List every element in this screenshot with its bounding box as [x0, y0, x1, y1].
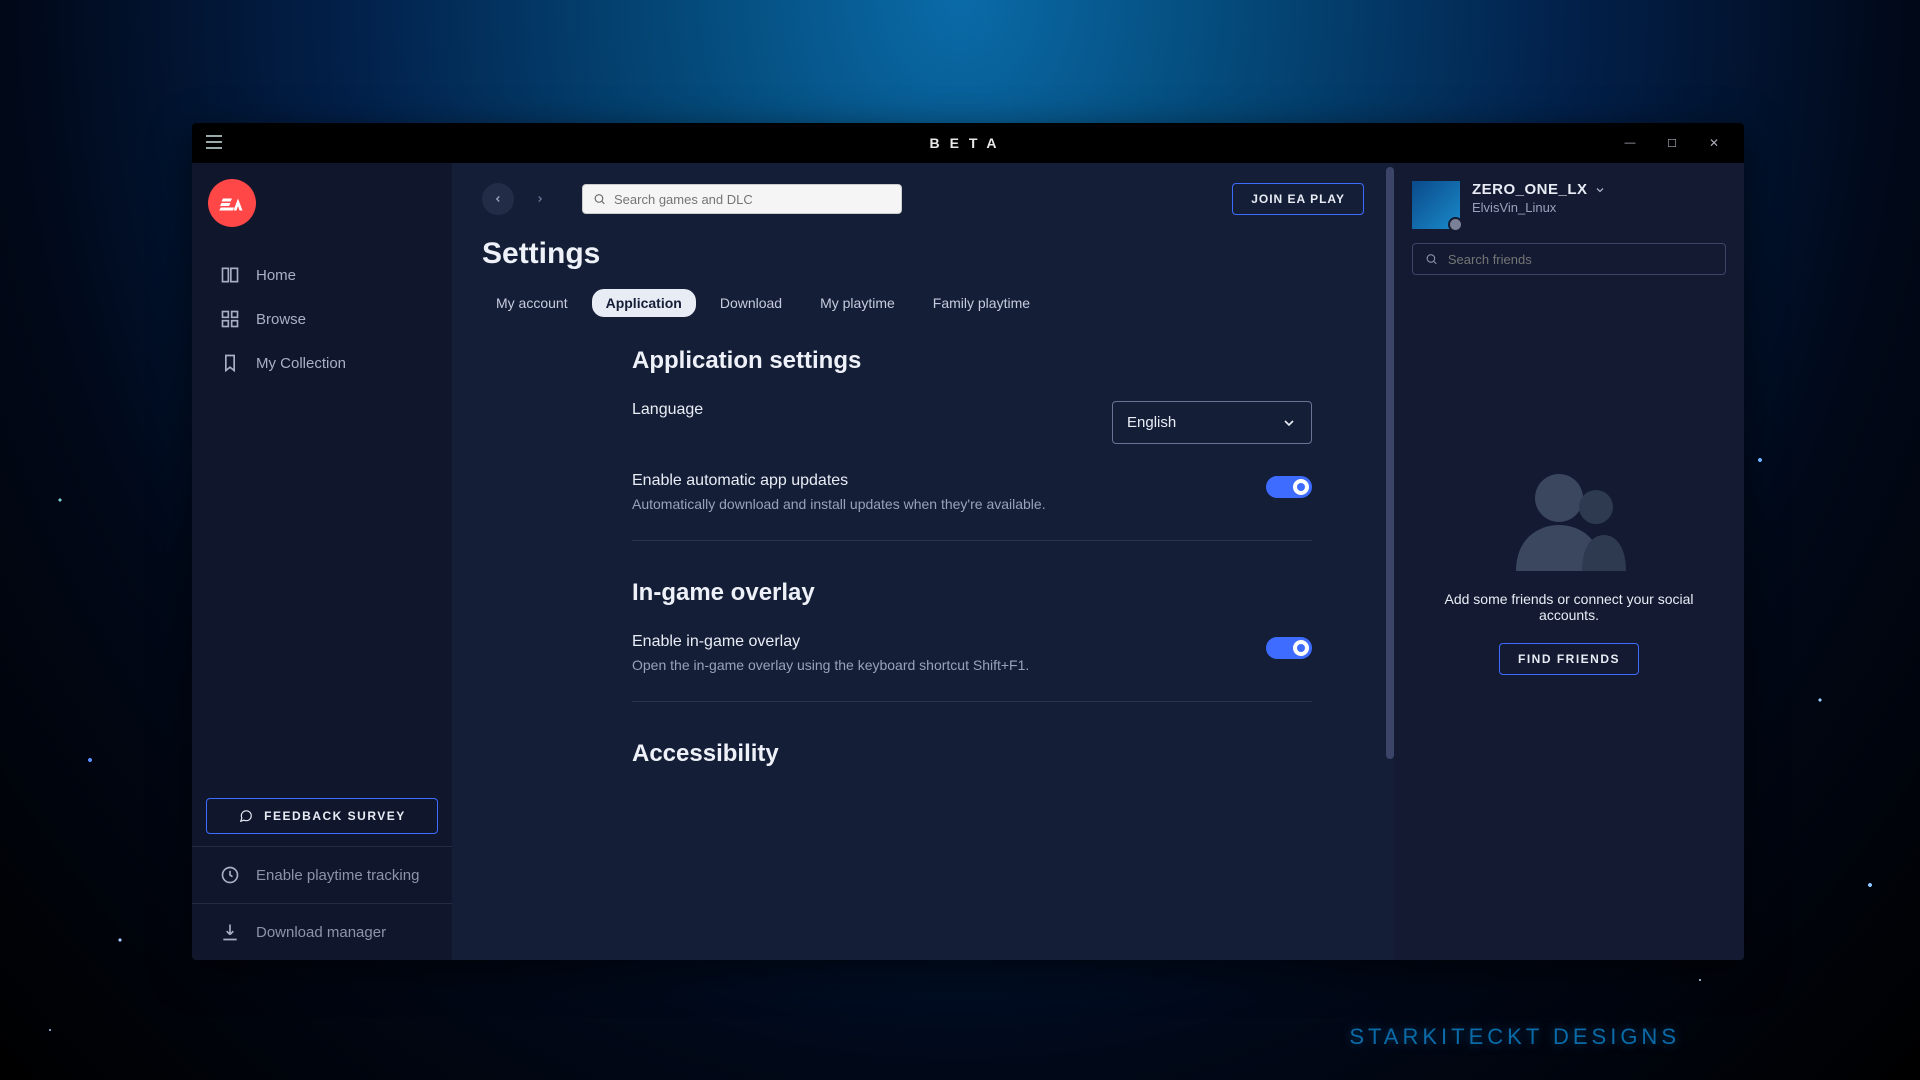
page-title: Settings	[482, 237, 1364, 271]
sidebar-item-label: Download manager	[256, 924, 386, 941]
search-input-container[interactable]	[582, 184, 902, 214]
desktop-watermark: STARKITECKT DESIGNS	[1349, 1024, 1680, 1050]
tab-my-playtime[interactable]: My playtime	[806, 289, 909, 317]
username-row: ZERO_ONE_LX	[1472, 181, 1606, 198]
main: JOIN EA PLAY Settings My account Applica…	[452, 163, 1744, 960]
search-icon	[593, 192, 606, 206]
content-scrollbar[interactable]	[1386, 167, 1394, 956]
overlay-label: Enable in-game overlay	[632, 633, 1029, 651]
ea-logo-icon	[217, 188, 247, 218]
auto-updates-toggle[interactable]	[1266, 476, 1312, 498]
chevron-down-icon	[1281, 415, 1297, 431]
settings-panel: Application settings Language English En…	[632, 347, 1312, 768]
home-icon	[220, 265, 240, 285]
overlay-toggle[interactable]	[1266, 637, 1312, 659]
scrollbar-thumb[interactable]	[1386, 167, 1394, 759]
overlay-desc: Open the in-game overlay using the keybo…	[632, 657, 1029, 673]
language-label: Language	[632, 401, 703, 419]
download-icon	[220, 922, 240, 942]
find-friends-button[interactable]: FIND FRIENDS	[1499, 643, 1639, 675]
tab-family-playtime[interactable]: Family playtime	[919, 289, 1044, 317]
topbar: JOIN EA PLAY	[482, 183, 1364, 215]
sidebar-item-browse[interactable]: Browse	[192, 297, 452, 341]
chevron-left-icon	[493, 193, 503, 205]
chevron-down-icon[interactable]	[1594, 184, 1606, 196]
clock-icon	[220, 865, 240, 885]
sidebar-item-collection[interactable]: My Collection	[192, 341, 452, 385]
username: ZERO_ONE_LX	[1472, 181, 1588, 198]
tab-application[interactable]: Application	[592, 289, 696, 317]
divider	[632, 540, 1312, 541]
grid-icon	[220, 309, 240, 329]
minimize-icon[interactable]	[1618, 131, 1642, 155]
sidebar-item-playtime-tracking[interactable]: Enable playtime tracking	[192, 847, 452, 903]
sidebar-bottom: Enable playtime tracking Download manage…	[192, 846, 452, 960]
friends-empty-state: Add some friends or connect your social …	[1412, 235, 1726, 902]
chevron-right-icon	[535, 193, 545, 205]
app-window: BETA	[192, 123, 1744, 960]
avatar	[1412, 181, 1460, 229]
nav-forward-button[interactable]	[524, 183, 556, 215]
people-icon	[1504, 463, 1634, 573]
tab-download[interactable]: Download	[706, 289, 796, 317]
row-overlay: Enable in-game overlay Open the in-game …	[632, 633, 1312, 673]
chat-icon	[238, 809, 254, 823]
titlebar: BETA	[192, 123, 1744, 163]
auto-updates-desc: Automatically download and install updat…	[632, 496, 1046, 512]
app-title: BETA	[929, 135, 1006, 151]
bookmark-icon	[220, 353, 240, 373]
friends-panel: ZERO_ONE_LX ElvisVin_Linux	[1394, 163, 1744, 960]
divider	[632, 701, 1312, 702]
sidebar-item-label: Enable playtime tracking	[256, 867, 419, 884]
nav-back-button[interactable]	[482, 183, 514, 215]
friends-empty-text: Add some friends or connect your social …	[1439, 591, 1699, 623]
feedback-label: FEEDBACK SURVEY	[264, 809, 406, 823]
tab-my-account[interactable]: My account	[482, 289, 582, 317]
user-handle: ElvisVin_Linux	[1472, 200, 1606, 215]
sidebar-item-label: Browse	[256, 311, 306, 328]
close-icon[interactable]	[1702, 131, 1726, 155]
search-input[interactable]	[614, 192, 891, 207]
sidebar-item-home[interactable]: Home	[192, 253, 452, 297]
profile-header[interactable]: ZERO_ONE_LX ElvisVin_Linux	[1412, 181, 1726, 229]
join-ea-play-button[interactable]: JOIN EA PLAY	[1232, 183, 1364, 215]
sidebar-nav: Home Browse My Collection	[192, 253, 452, 385]
section-title-overlay: In-game overlay	[632, 579, 1312, 607]
content: JOIN EA PLAY Settings My account Applica…	[452, 163, 1394, 960]
section-title-accessibility: Accessibility	[632, 740, 1312, 768]
feedback-survey-button[interactable]: FEEDBACK SURVEY	[206, 798, 438, 834]
auto-updates-label: Enable automatic app updates	[632, 472, 1046, 490]
sidebar: Home Browse My Collection F	[192, 163, 452, 960]
language-select[interactable]: English	[1112, 401, 1312, 444]
section-title-application: Application settings	[632, 347, 1312, 375]
ea-logo[interactable]	[208, 179, 256, 227]
menu-icon[interactable]	[206, 135, 222, 149]
window-controls	[1618, 123, 1736, 163]
maximize-icon[interactable]	[1660, 131, 1684, 155]
sidebar-item-download-manager[interactable]: Download manager	[192, 903, 452, 960]
language-value: English	[1127, 414, 1176, 431]
sidebar-item-label: Home	[256, 267, 296, 284]
sidebar-item-label: My Collection	[256, 355, 346, 372]
row-language: Language English	[632, 401, 1312, 444]
row-auto-updates: Enable automatic app updates Automatical…	[632, 472, 1312, 512]
settings-tabs: My account Application Download My playt…	[482, 289, 1364, 317]
